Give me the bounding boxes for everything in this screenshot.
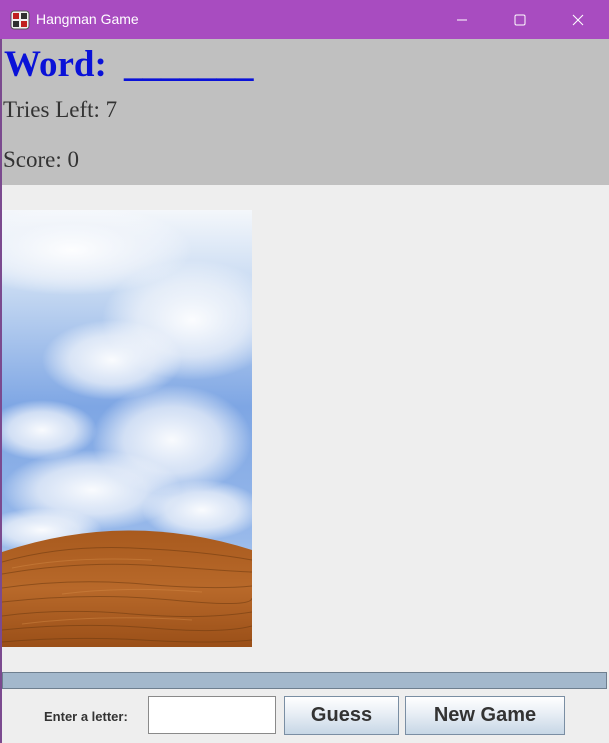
maximize-button[interactable] [491, 0, 549, 39]
close-button[interactable] [549, 0, 607, 39]
status-panel: Word: _______ Tries Left: 7 Score: 0 [2, 39, 609, 185]
hangman-window: Hangman Game Word: _______ Tries Left: 7… [0, 0, 609, 743]
minimize-button[interactable] [433, 0, 491, 39]
word-label: Word: [4, 44, 107, 85]
score-label: Score: 0 [3, 147, 80, 172]
window-title: Hangman Game [36, 11, 139, 27]
close-icon [572, 14, 584, 25]
minimize-icon [457, 19, 467, 20]
letter-input-label: Enter a letter: [44, 709, 128, 724]
word-blanks: _______ [124, 44, 254, 85]
maximize-icon [514, 14, 526, 25]
new-game-button[interactable]: New Game [405, 696, 565, 735]
hangman-app-icon [10, 10, 30, 30]
word-display: Word: _______ [4, 43, 254, 87]
separator-bar [2, 672, 607, 689]
letter-input[interactable] [148, 696, 276, 734]
guess-button[interactable]: Guess [284, 696, 399, 735]
hangman-scene-image [2, 210, 252, 647]
tries-left-label: Tries Left: 7 [3, 97, 118, 122]
title-bar[interactable]: Hangman Game [0, 0, 609, 39]
